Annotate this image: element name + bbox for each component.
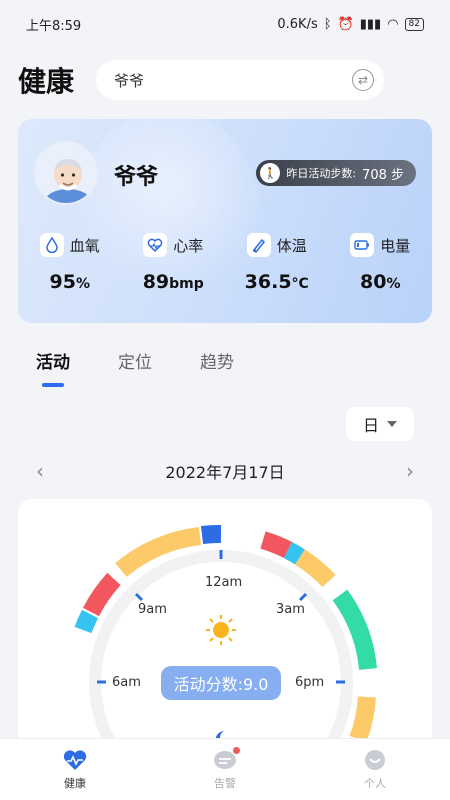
- metric-value: 95: [49, 271, 76, 293]
- next-date-button[interactable]: ›: [400, 459, 420, 483]
- nav-profile[interactable]: 个人: [300, 739, 450, 800]
- metric-battery: 电量 80%: [329, 233, 433, 293]
- status-bar: 上午8:59 0.6K/s ᛒ ⏰ ▮▮▮ ◠ 82: [0, 0, 450, 48]
- nav-alerts[interactable]: 告警: [150, 739, 300, 800]
- metric-heart-rate: 心率 89bmp: [122, 233, 226, 293]
- tab-location[interactable]: 定位: [118, 348, 152, 373]
- nav-label: 健康: [64, 776, 86, 790]
- metric-unit: °C: [291, 276, 309, 292]
- clock-label-3am: 3am: [276, 602, 305, 617]
- metric-value: 36.5: [244, 271, 292, 293]
- bluetooth-icon: ᛒ: [323, 16, 332, 32]
- sun-icon: [206, 615, 236, 645]
- thermometer-icon: [246, 233, 271, 257]
- member-selector-value: 爷爷: [114, 71, 145, 90]
- steps-value: 708 步: [362, 167, 404, 183]
- tab-bar: 活动 定位 趋势: [36, 348, 234, 373]
- member-selector[interactable]: 爷爷 ⇄: [96, 60, 384, 100]
- clock-label-6pm: 6pm: [295, 675, 325, 690]
- segment-blue: [200, 524, 222, 544]
- nav-health[interactable]: 健康: [0, 739, 150, 800]
- alert-message-icon: [212, 746, 240, 771]
- period-select[interactable]: 日: [346, 407, 414, 441]
- status-icons: 0.6K/s ᛒ ⏰ ▮▮▮ ◠ 82: [277, 17, 424, 32]
- segment-cyan: [74, 609, 99, 634]
- segment-red: [260, 531, 293, 559]
- period-select-value: 日: [362, 416, 379, 435]
- activity-score: 活动分数:9.0: [161, 666, 281, 700]
- walking-icon: 🚶: [260, 163, 281, 183]
- previous-date-button[interactable]: ‹: [30, 459, 50, 483]
- heart-pulse-icon: [143, 233, 168, 257]
- page-title: 健康: [18, 65, 75, 98]
- tab-trends[interactable]: 趋势: [200, 348, 234, 373]
- profile-name: 爷爷: [114, 165, 159, 190]
- wifi-icon: ◠: [387, 16, 399, 32]
- clock-label-12am: 12am: [205, 575, 243, 590]
- header: 健康 爷爷 ⇄: [0, 56, 450, 104]
- switch-member-icon[interactable]: ⇄: [352, 69, 374, 91]
- battery-icon: 82: [404, 17, 424, 31]
- steps-label: 昨日活动步数:: [286, 167, 357, 180]
- date-navigator: ‹ 2022年7月17日 ›: [30, 456, 420, 486]
- chevron-down-icon: [387, 421, 397, 427]
- metric-label: 心率: [173, 236, 204, 255]
- segment-red: [82, 572, 121, 617]
- status-time: 上午8:59: [26, 18, 82, 34]
- avatar[interactable]: [34, 141, 98, 205]
- metric-label: 血氧: [69, 236, 100, 255]
- alarm-icon: ⏰: [337, 16, 354, 32]
- segment-cyan: [283, 542, 305, 565]
- steps-badge: 🚶 昨日活动步数: 708 步: [256, 160, 416, 186]
- heart-pulse-icon: [62, 749, 88, 771]
- clock-label-9am: 9am: [138, 602, 167, 617]
- nav-label: 个人: [364, 776, 386, 790]
- droplet-icon: [39, 233, 64, 257]
- battery-level-icon: [350, 233, 375, 257]
- metric-label: 体温: [276, 236, 307, 255]
- user-icon: [362, 749, 388, 771]
- metric-value: 89: [142, 271, 170, 293]
- metric-oxygen: 血氧 95%: [18, 233, 122, 293]
- metric-temperature: 体温 36.5°C: [225, 233, 329, 293]
- metric-unit: %: [386, 276, 401, 292]
- segment-yellow: [294, 549, 336, 588]
- network-speed: 0.6K/s: [277, 16, 318, 32]
- notification-dot: [233, 746, 240, 754]
- current-date: 2022年7月17日: [165, 463, 285, 482]
- segment-yellow: [349, 696, 376, 743]
- profile-card: 爷爷 🚶 昨日活动步数: 708 步 血氧 95% 心率 89bmp 体温 36…: [18, 119, 432, 323]
- metric-unit: %: [75, 276, 90, 292]
- nav-label: 告警: [214, 776, 236, 790]
- metric-label: 电量: [380, 236, 411, 255]
- metric-unit: bmp: [169, 276, 204, 292]
- bottom-navigation: 健康 告警 个人: [0, 738, 450, 800]
- clock-label-6am: 6am: [112, 675, 141, 690]
- tab-activity[interactable]: 活动: [36, 348, 70, 373]
- signal-icon: ▮▮▮: [359, 16, 382, 32]
- metrics-row: 血氧 95% 心率 89bmp 体温 36.5°C 电量 80%: [18, 233, 432, 293]
- metric-value: 80: [360, 271, 387, 293]
